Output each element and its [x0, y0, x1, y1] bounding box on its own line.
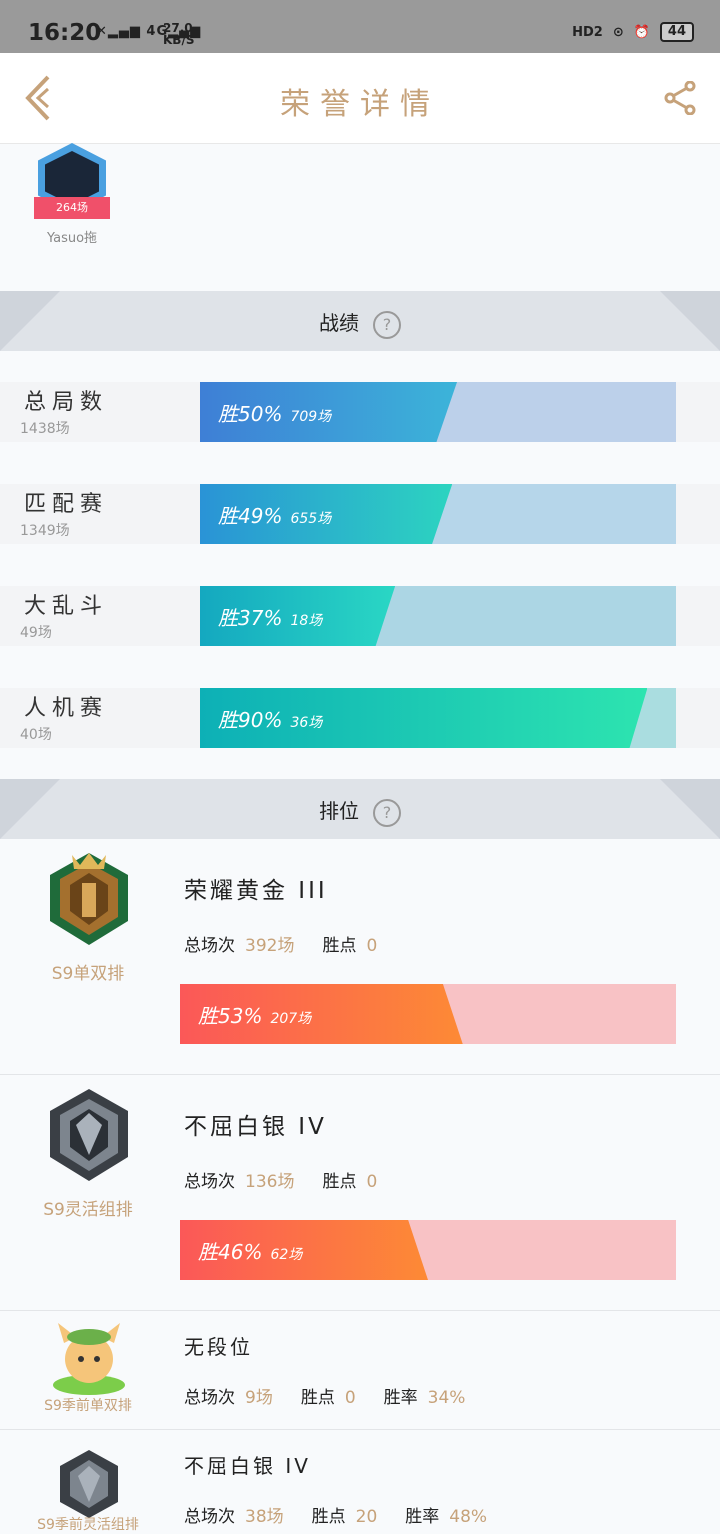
- record-section-title: 战绩: [319, 311, 359, 335]
- total-games: 38场: [245, 1507, 284, 1527]
- rank-rate: 34%: [427, 1388, 466, 1408]
- rank-stats: 总场次 392场 胜点 0: [184, 936, 378, 956]
- silver-tier-emblem-icon: [60, 1450, 118, 1518]
- record-section-header: 战绩?: [0, 291, 720, 351]
- record-name: 人机赛: [24, 696, 109, 721]
- record-count: 1349场: [20, 523, 70, 539]
- rank-section-title: 排位: [319, 799, 359, 823]
- navigation-bar: 荣誉详情: [0, 53, 720, 144]
- rank-tier: 无段位: [184, 1335, 253, 1359]
- alarm-icon: ⏰: [633, 24, 650, 40]
- rank-points: 0: [366, 936, 378, 956]
- champion-games-ribbon: 264场: [34, 197, 110, 219]
- winrate-bar: 胜50% 709场: [200, 382, 676, 442]
- record-name: 匹配赛: [24, 492, 109, 517]
- rank-tier: 不屈白银 IV: [184, 1114, 327, 1140]
- win-games: 18场: [290, 613, 323, 629]
- record-count: 40场: [20, 727, 52, 743]
- rank-tier: 不屈白银 IV: [184, 1454, 311, 1478]
- winrate-text: 胜49%: [218, 504, 283, 528]
- silver-tier-emblem-icon: [50, 1089, 128, 1181]
- help-icon[interactable]: ?: [373, 798, 401, 827]
- rank-points: 0: [366, 1172, 378, 1192]
- rank-winrate-text: 胜46%: [198, 1240, 263, 1264]
- winrate-text: 胜90%: [218, 708, 283, 732]
- gold-tier-emblem-icon: [50, 853, 128, 945]
- rank-winrate-text: 胜53%: [198, 1004, 263, 1028]
- win-games: 655场: [290, 511, 332, 527]
- lock-rotation-icon: ⊙: [612, 24, 624, 40]
- record-row[interactable]: 大乱斗 49场 胜37% 18场: [0, 586, 720, 646]
- record-row[interactable]: 人机赛 40场 胜90% 36场: [0, 688, 720, 748]
- total-games: 392场: [245, 936, 295, 956]
- record-name: 总局数: [24, 390, 109, 415]
- rank-card[interactable]: S9季前灵活组排 不屈白银 IV 总场次 38场 胜点 20 胜率 48%: [0, 1430, 720, 1533]
- rank-card[interactable]: S9灵活组排 不屈白银 IV 总场次 136场 胜点 0 胜46% 62场: [0, 1075, 720, 1311]
- rank-winrate-bar: 胜53% 207场: [180, 984, 676, 1044]
- total-games: 9场: [245, 1388, 273, 1408]
- winrate-text: 胜50%: [218, 402, 283, 426]
- rank-card[interactable]: S9季前单双排 无段位 总场次 9场 胜点 0 胜率 34%: [0, 1311, 720, 1430]
- help-icon[interactable]: ?: [373, 310, 401, 339]
- rank-rate: 48%: [449, 1507, 488, 1527]
- rank-winrate-bar: 胜46% 62场: [180, 1220, 676, 1280]
- rank-queue: S9单双排: [51, 964, 125, 984]
- record-count: 49场: [20, 625, 52, 641]
- champion-card[interactable]: 264场 Yasuo拖: [30, 143, 114, 246]
- record-row[interactable]: 总局数 1438场 胜50% 709场: [0, 382, 720, 442]
- winrate-text: 胜37%: [218, 606, 283, 630]
- rank-queue: S9灵活组排: [43, 1200, 133, 1220]
- record-count: 1438场: [20, 421, 70, 437]
- win-games: 709场: [290, 409, 332, 425]
- page-title: 荣誉详情: [280, 87, 440, 122]
- rank-section-header: 排位?: [0, 779, 720, 839]
- status-time: 16:20: [28, 20, 102, 46]
- share-icon[interactable]: [664, 81, 698, 115]
- hd-icon: HD2: [572, 24, 603, 40]
- win-games: 36场: [290, 715, 323, 731]
- rank-tier: 荣耀黄金 III: [184, 878, 328, 904]
- rank-win-games: 62场: [270, 1247, 303, 1263]
- rank-queue: S9季前单双排: [44, 1398, 132, 1414]
- winrate-bar: 胜37% 18场: [200, 586, 676, 646]
- record-row[interactable]: 匹配赛 1349场 胜49% 655场: [0, 484, 720, 544]
- record-name: 大乱斗: [24, 594, 109, 619]
- champion-name: Yasuo拖: [46, 231, 98, 246]
- rank-card[interactable]: S9单双排 荣耀黄金 III 总场次 392场 胜点 0 胜53% 207场: [0, 839, 720, 1075]
- network-speed: 27.0 KB/S: [163, 21, 195, 47]
- rank-points: 20: [355, 1507, 378, 1527]
- total-games: 136场: [245, 1172, 295, 1192]
- rank-stats: 总场次 38场 胜点 20 胜率 48%: [184, 1507, 488, 1527]
- winrate-bar: 胜49% 655场: [200, 484, 676, 544]
- rank-stats: 总场次 9场 胜点 0 胜率 34%: [184, 1388, 466, 1408]
- teemo-emblem-icon: [53, 1323, 125, 1395]
- rank-points: 0: [344, 1388, 356, 1408]
- rank-stats: 总场次 136场 胜点 0: [184, 1172, 378, 1192]
- rank-queue: S9季前灵活组排: [37, 1517, 139, 1533]
- rank-win-games: 207场: [270, 1011, 312, 1027]
- status-bar: 16:20 ✕▂▄▆ 4G▂▄▆ 27.0 KB/S HD2 ⊙ ⏰ 44: [0, 0, 720, 53]
- battery-icon: 44: [659, 22, 694, 42]
- winrate-bar: 胜90% 36场: [200, 688, 676, 748]
